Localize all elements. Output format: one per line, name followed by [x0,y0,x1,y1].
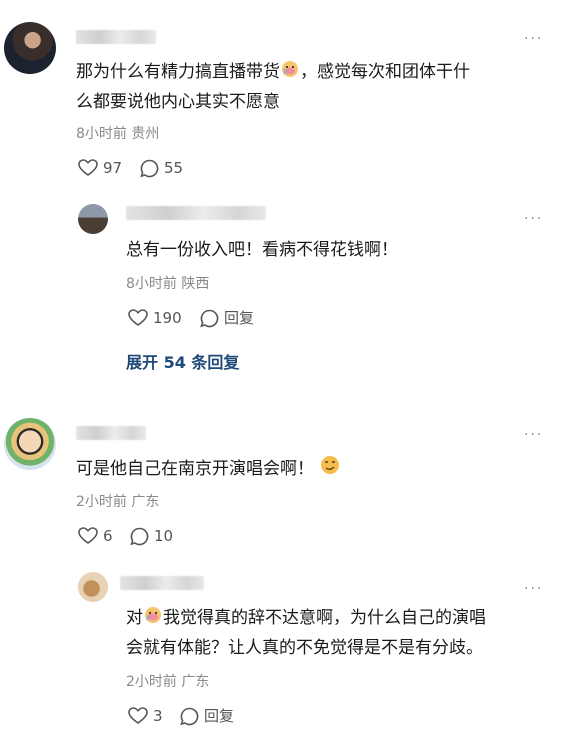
reply-label: 回复 [204,707,235,725]
expand-replies-link[interactable]: 展开 54 条回复 [126,352,239,374]
avatar[interactable] [78,204,108,234]
like-count: 3 [153,707,163,725]
like-count: 6 [103,527,113,545]
username-redacted[interactable] [76,426,146,440]
like-button[interactable]: 3 [128,706,163,726]
comment-bubble-icon [130,527,149,545]
heart-icon [128,707,148,724]
comment-meta: 8小时前 贵州 [76,126,160,142]
reply-count-button[interactable]: 55 [140,158,183,178]
comment-bubble-icon [140,159,159,177]
like-count: 190 [153,309,182,327]
reply-meta: 2小时前 广东 [126,674,210,690]
reply-meta: 8小时前 陕西 [126,276,210,292]
like-button[interactable]: 190 [128,308,182,328]
username-redacted[interactable] [76,30,156,44]
crying-face-icon [143,605,163,634]
reply-label: 回复 [224,309,255,327]
smirk-face-icon [319,454,341,485]
avatar[interactable] [78,572,108,602]
more-options-icon[interactable]: ··· [524,428,543,442]
comment-bubble-icon [200,309,219,327]
comment-bubble-icon [180,707,199,725]
more-options-icon[interactable]: ··· [524,32,543,46]
reply-count: 55 [164,159,184,177]
reply-button[interactable]: 回复 [200,308,254,328]
more-options-icon[interactable]: ··· [524,212,543,226]
crying-face-icon [280,59,300,88]
avatar[interactable] [4,22,56,74]
heart-icon [78,159,98,176]
comment-meta: 2小时前 广东 [76,494,160,510]
reply-count: 10 [154,527,174,545]
username-redacted[interactable] [120,576,204,590]
like-count: 97 [103,159,123,177]
username-redacted[interactable] [126,206,266,220]
heart-icon [128,309,148,326]
like-button[interactable]: 97 [78,158,122,178]
more-options-icon[interactable]: ··· [524,582,543,596]
reply-text: 对我觉得真的辞不达意啊，为什么自己的演唱 会就有体能？让人真的不免觉得是不是有分… [126,604,551,662]
heart-icon [78,527,98,544]
reply-button[interactable]: 回复 [180,706,234,726]
comment-text: 那为什么有精力搞直播带货 ，感觉每次和团体干什 么都要说他内心其实不愿意 [76,58,546,116]
reply-count-button[interactable]: 10 [130,526,173,546]
avatar[interactable] [4,418,56,470]
comment-text: 可是他自己在南京开演唱会啊！ [76,454,546,485]
reply-text: 总有一份收入吧！看病不得花钱啊！ [126,240,398,260]
like-button[interactable]: 6 [78,526,113,546]
